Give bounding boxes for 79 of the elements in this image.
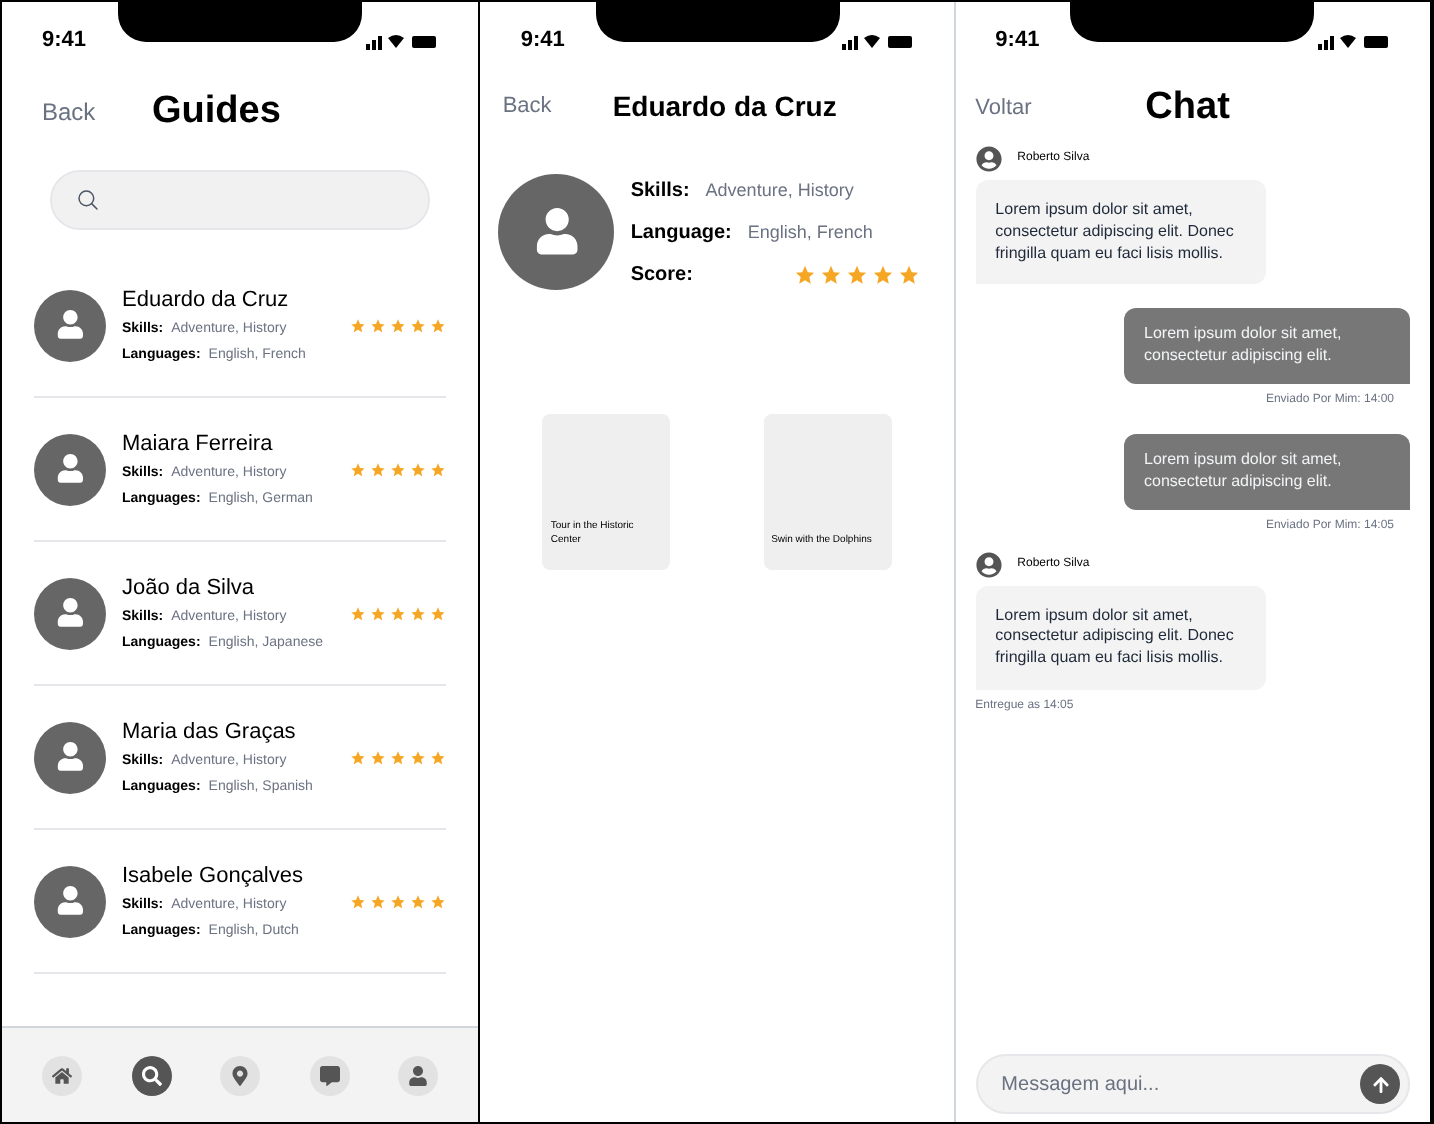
star-icon [430,605,447,621]
avatar-icon [975,551,1002,578]
star-icon [793,263,816,285]
star-icon [350,317,367,333]
star-icon [410,605,427,621]
star-icon [819,263,842,285]
search-icon [141,1065,162,1085]
star-icon [350,749,367,765]
status-time: 9:41 [995,25,1040,56]
status-time: 9:41 [520,25,565,56]
star-icon [871,263,894,285]
back-link[interactable]: Back [502,89,613,123]
search-field[interactable] [50,170,431,230]
tab-bar-button[interactable] [131,1055,172,1095]
avatar-icon [975,146,1002,172]
avatar [34,433,106,505]
avatar [34,577,106,649]
tab-bar-button[interactable] [309,1055,350,1095]
screen-title: Chat [1145,83,1230,132]
star-icon [370,317,387,333]
star-icon [410,893,427,909]
star-icon [897,263,920,285]
star-icon [390,605,407,621]
status-time: 9:41 [42,25,87,56]
message-input[interactable]: Messagem aqui... [1001,1064,1360,1104]
guide-name: Maria das Graças [122,717,298,748]
sent-message-bubble: Lorem ipsum dolor sit amet, consectetur adipiscing elit. [1124,433,1410,510]
tab-bar-button[interactable] [42,1055,83,1095]
guide-name: Isabele Gonçalves [122,861,305,892]
tab-bar-button[interactable] [398,1055,439,1095]
guide-name: Maiara Ferreira [122,429,275,460]
star-icon [390,317,407,333]
field-label: Score: [630,261,693,289]
field-label: Language: [630,219,732,247]
back-link[interactable]: Back [42,94,152,130]
star-icon [370,893,387,909]
star-icon [430,893,447,909]
message-field[interactable]: Messagem aqui... [975,1054,1410,1114]
avatar [34,721,106,793]
home-icon [52,1065,73,1085]
tab-bar-button[interactable] [220,1055,261,1095]
status-icons [366,31,439,49]
star-icon [430,317,447,333]
star-icon [350,605,367,621]
status-icons [1318,31,1390,49]
star-icon [390,749,407,765]
chat-icon [319,1065,340,1085]
field-value: English, French [747,219,873,246]
star-icon [350,893,367,909]
star-icon [410,749,427,765]
star-icon [350,461,367,477]
star-icon [370,461,387,477]
guide-name: João da Silva [122,573,257,604]
back-link[interactable]: Voltar [975,91,1146,125]
location-pin-icon [230,1065,251,1085]
avatar [34,289,106,361]
star-icon [370,605,387,621]
received-message-bubble: Lorem ipsum dolor sit amet, consectetur adipiscing elit. Donec fringilla quam eu faci lisis mollis. [975,180,1266,285]
star-icon [390,893,407,909]
star-icon [430,749,447,765]
star-icon [390,461,407,477]
star-icon [410,461,427,477]
send-button[interactable] [1360,1064,1400,1104]
star-icon [410,317,427,333]
star-icon [845,263,868,285]
sent-message-bubble: Lorem ipsum dolor sit amet, consectetur adipiscing elit. [1124,308,1410,384]
received-message-bubble: Lorem ipsum dolor sit amet, consectetur adipiscing elit. Donec fringilla quam eu faci lisis mollis. [975,585,1266,690]
avatar [34,865,106,937]
star-icon [370,749,387,765]
screen-title: Eduardo da Cruz [612,87,837,125]
guide-name: Eduardo da Cruz [122,285,291,316]
person-icon [408,1065,429,1085]
search-icon [76,188,100,212]
screen-title: Guides [152,87,281,136]
status-icons [841,31,914,49]
star-icon [430,461,447,477]
field-label: Skills: [630,177,690,205]
arrow-up-icon [1371,1075,1389,1093]
field-value: Adventure, History [705,177,854,204]
